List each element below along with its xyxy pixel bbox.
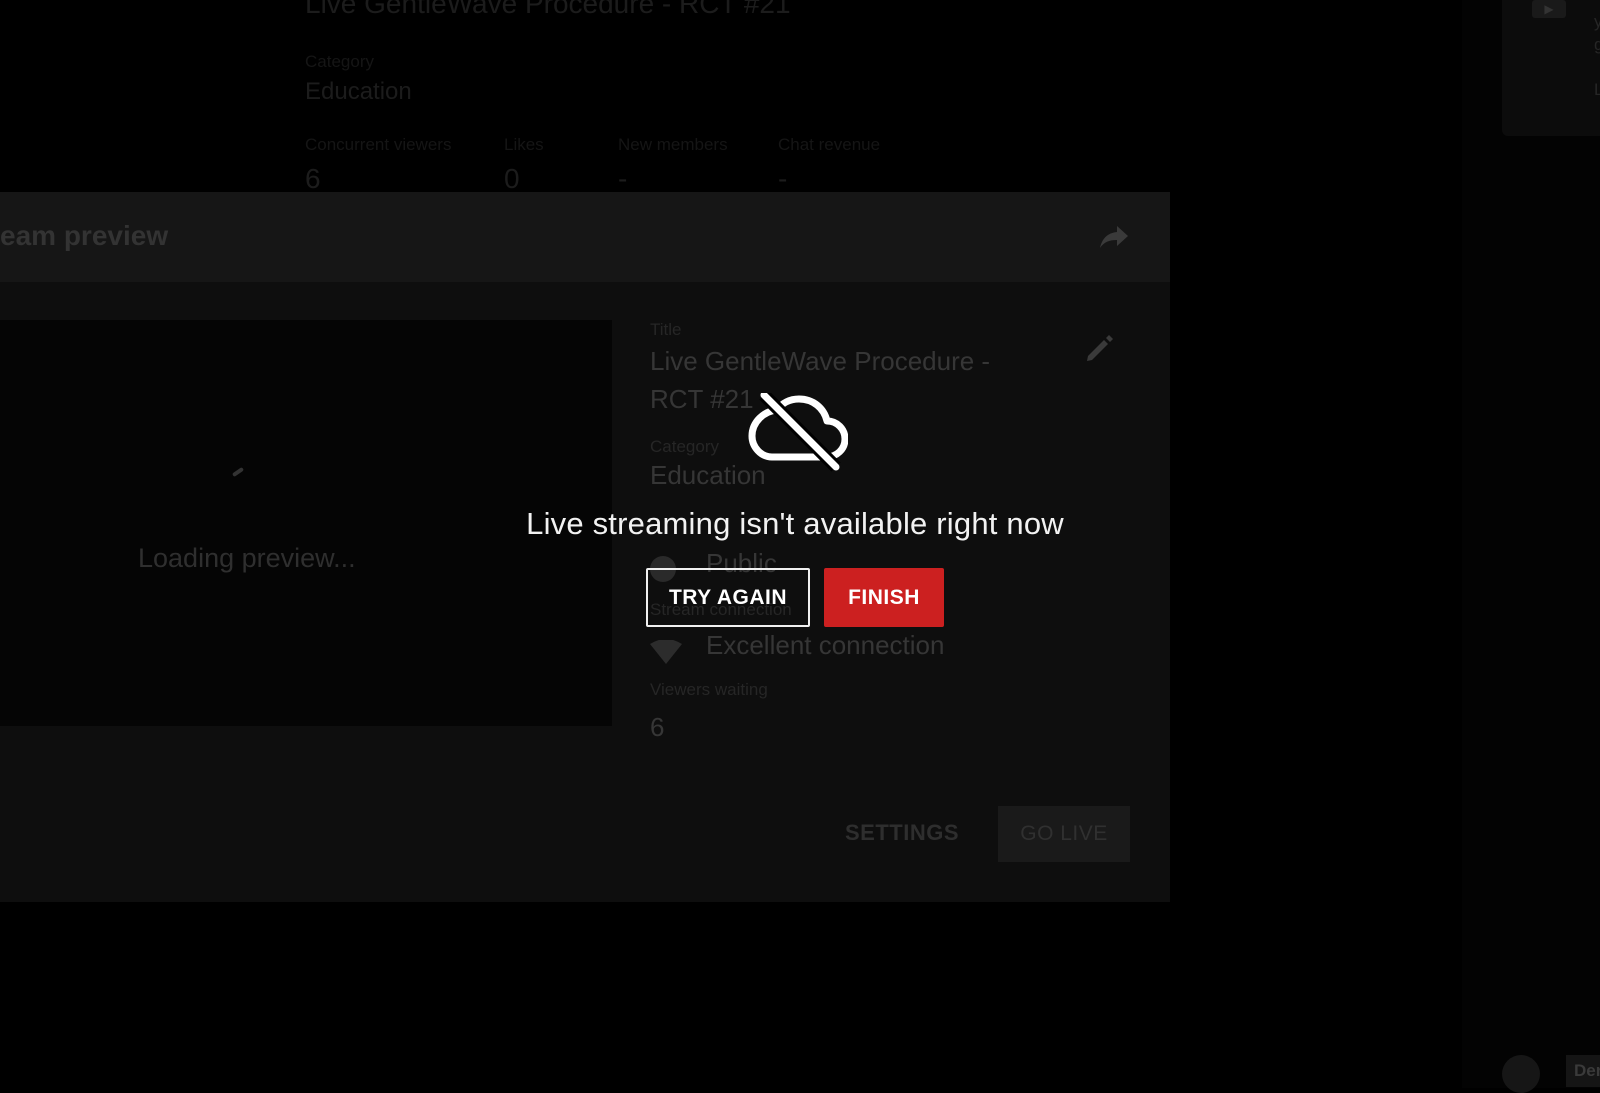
error-overlay: Live streaming isn't available right now… — [0, 0, 1600, 1088]
error-message: Live streaming isn't available right now — [526, 506, 1064, 541]
finish-button[interactable]: FINISH — [824, 568, 944, 627]
cloud-off-icon — [748, 393, 848, 472]
try-again-button[interactable]: TRY AGAIN — [646, 568, 810, 627]
